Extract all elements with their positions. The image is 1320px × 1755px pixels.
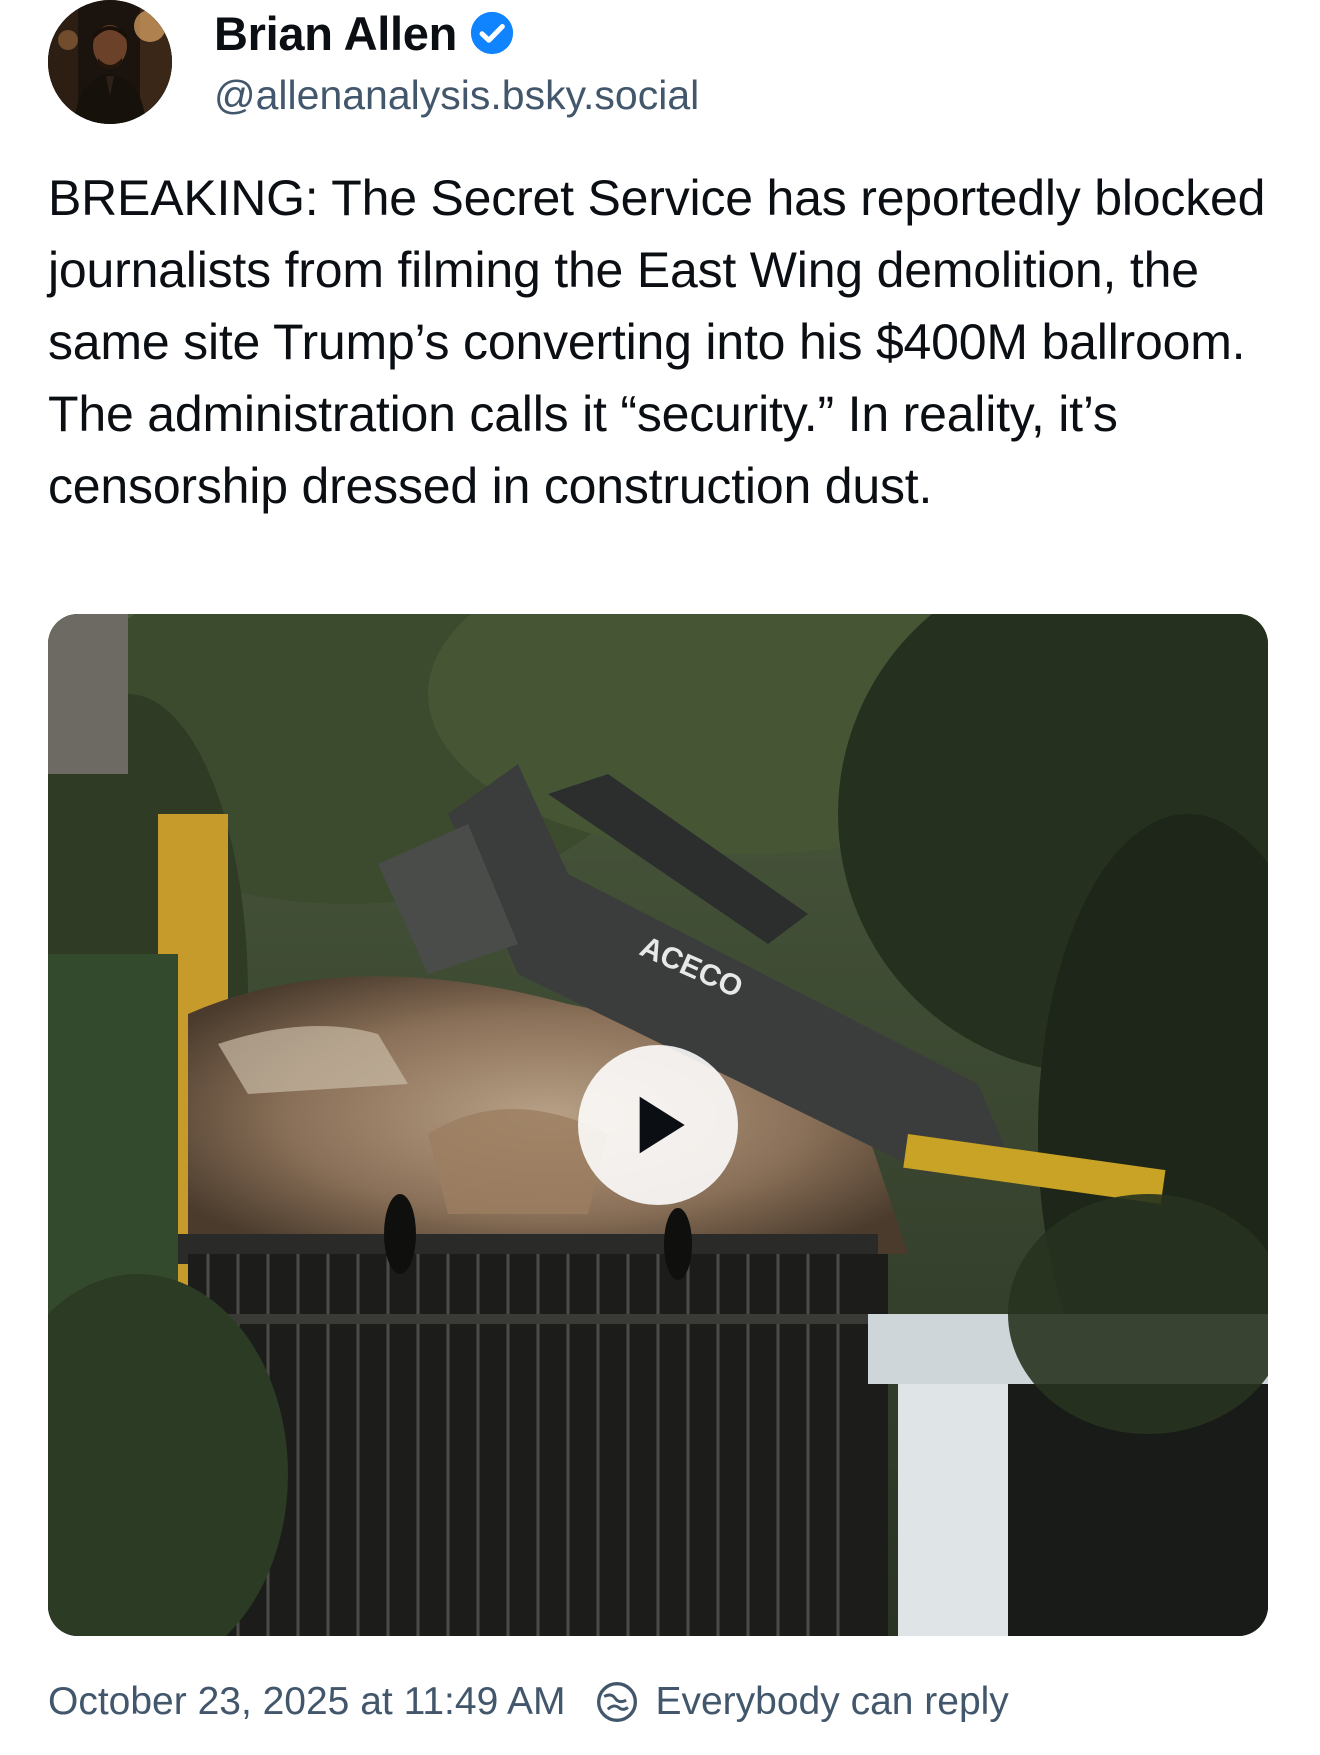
author-names: Brian Allen @allenanalysis.bsky.social (214, 0, 699, 119)
post-text: BREAKING: The Secret Service has reporte… (48, 170, 1266, 514)
display-name-row: Brian Allen (214, 4, 699, 62)
reply-setting-label[interactable]: Everybody can reply (655, 1680, 1008, 1724)
author-handle[interactable]: @allenanalysis.bsky.social (214, 72, 699, 119)
post-header: Brian Allen @allenanalysis.bsky.social (48, 0, 699, 130)
video-embed[interactable]: ACECO (48, 614, 1268, 1636)
post-footer: October 23, 2025 at 11:49 AM Everybody c… (48, 1680, 1009, 1724)
verified-check-icon[interactable] (469, 10, 515, 56)
avatar[interactable] (48, 0, 172, 124)
author-display-name[interactable]: Brian Allen (214, 6, 457, 61)
post-timestamp[interactable]: October 23, 2025 at 11:49 AM (48, 1680, 565, 1724)
play-button[interactable] (578, 1045, 738, 1205)
play-icon (639, 1096, 685, 1154)
post-card: Brian Allen @allenanalysis.bsky.social B… (0, 0, 1320, 1755)
reply-settings-icon (597, 1682, 638, 1722)
avatar-photo (48, 0, 172, 124)
